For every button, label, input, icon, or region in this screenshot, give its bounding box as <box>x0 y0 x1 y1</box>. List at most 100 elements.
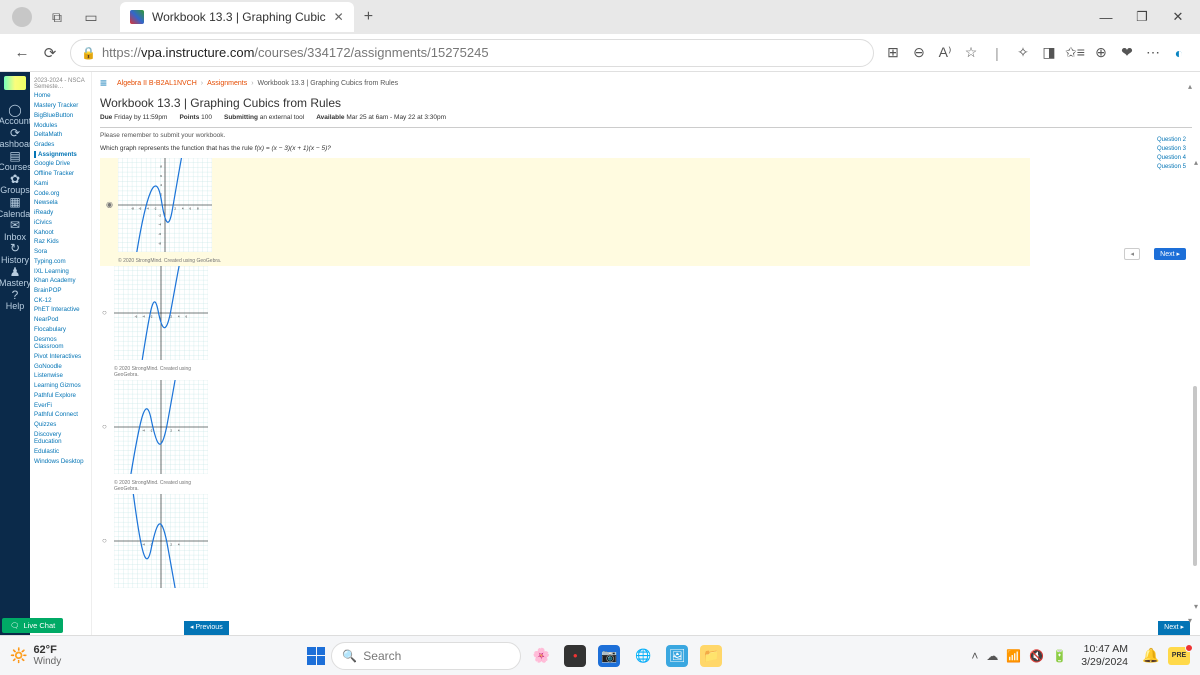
radio-icon[interactable]: ○ <box>102 422 107 431</box>
notifications-icon[interactable]: 🔔 <box>1142 647 1160 665</box>
coursenav-desmos-classroom[interactable]: Desmos Classroom <box>34 336 87 351</box>
window-close-button[interactable]: ✕ <box>1160 9 1196 25</box>
coursenav-mastery-tracker[interactable]: Mastery Tracker <box>34 102 87 109</box>
taskbar-app-recorder-icon[interactable]: ● <box>564 645 586 667</box>
browser-essentials-icon[interactable]: ❤ <box>1114 44 1140 61</box>
coursenav-home[interactable]: Home <box>34 92 87 99</box>
coursenav-everfi[interactable]: EverFi <box>34 402 87 409</box>
weather-widget[interactable]: 🔆 62°F Windy <box>10 644 61 667</box>
profile-avatar-icon[interactable] <box>12 7 32 27</box>
scroll-up-icon[interactable]: ▴ <box>1188 82 1192 91</box>
coursenav-windows-desktop[interactable]: Windows Desktop <box>34 458 87 465</box>
coursenav-pathful-explore[interactable]: Pathful Explore <box>34 392 87 399</box>
answer-choice-b[interactable]: ○ -22-44-66 © 2020 StrongMind. Created u… <box>100 266 200 380</box>
radio-icon[interactable]: ○ <box>102 536 107 545</box>
coursenav-pathful-connect[interactable]: Pathful Connect <box>34 411 87 418</box>
favorite-icon[interactable]: ☆ <box>958 44 984 61</box>
coursenav-sora[interactable]: Sora <box>34 248 87 255</box>
question-nav-link[interactable]: Question 4 <box>1126 155 1186 161</box>
coursenav-discovery-education[interactable]: Discovery Education <box>34 431 87 446</box>
coursenav-flocabulary[interactable]: Flocabulary <box>34 326 87 333</box>
zoom-icon[interactable]: ⊖ <box>906 44 932 61</box>
copilot-icon[interactable]: ◐ <box>1166 45 1192 61</box>
coursenav-listenwise[interactable]: Listenwise <box>34 372 87 379</box>
taskbar-search[interactable]: 🔍 Search <box>331 642 521 670</box>
start-button[interactable] <box>307 647 325 665</box>
question-nav-link[interactable]: Question 2 <box>1126 137 1186 143</box>
coursenav-icivics[interactable]: iCivics <box>34 219 87 226</box>
coursenav-learning-gizmos[interactable]: Learning Gizmos <box>34 382 87 389</box>
coursenav-pivot-interactives[interactable]: Pivot Interactives <box>34 353 87 360</box>
coursenav-iready[interactable]: iReady <box>34 209 87 216</box>
answer-choice-a[interactable]: ◉ -22-44-66-88 2468-2-4-6-8 © 2020 Stron… <box>100 158 1030 266</box>
content-scrollbar[interactable]: ▴ ▴ ▾ ▾ <box>1188 76 1198 631</box>
window-restore-button[interactable]: ❐ <box>1124 9 1160 25</box>
system-tray[interactable]: ˄ ☁ 📶 🔇 🔋 10:47 AM 3/29/2024 🔔 PRE <box>971 643 1190 667</box>
coursenav-kahoot[interactable]: Kahoot <box>34 229 87 236</box>
question-nav-link[interactable]: Question 3 <box>1126 146 1186 152</box>
school-logo-icon[interactable] <box>4 76 26 90</box>
favorites-bar-icon[interactable]: ✩≡ <box>1062 44 1088 61</box>
coursenav-phet-interactive[interactable]: PhET Interactive <box>34 306 87 313</box>
refresh-button[interactable]: ⟳ <box>36 44 64 62</box>
scroll-up-icon[interactable]: ▴ <box>1194 158 1198 167</box>
radio-icon[interactable]: ○ <box>102 308 107 317</box>
tool-next-button[interactable]: Next ▸ <box>1154 248 1186 260</box>
taskbar-app-explorer-icon[interactable]: 📁 <box>700 645 722 667</box>
hamburger-icon[interactable]: ≡ <box>100 76 107 90</box>
tray-volume-icon[interactable]: 🔇 <box>1029 649 1044 663</box>
taskbar-app-edge-icon[interactable]: 🌐 <box>632 645 654 667</box>
site-info-icon[interactable]: 🔒 <box>81 46 96 60</box>
read-aloud-icon[interactable]: A⁾ <box>932 44 958 61</box>
coursenav-quizzes[interactable]: Quizzes <box>34 421 87 428</box>
taskbar-app-camera-icon[interactable]: 📷 <box>598 645 620 667</box>
coursenav-khan-academy[interactable]: Khan Academy <box>34 277 87 284</box>
answer-choice-d[interactable]: ○ -22-44 <box>100 494 200 593</box>
question-nav-link[interactable]: Question 5 <box>1126 164 1186 170</box>
coursenav-google-drive[interactable]: Google Drive <box>34 160 87 167</box>
coursenav-raz-kids[interactable]: Raz Kids <box>34 238 87 245</box>
coursenav-kami[interactable]: Kami <box>34 180 87 187</box>
coursenav-code-org[interactable]: Code.org <box>34 190 87 197</box>
tray-onedrive-icon[interactable]: ☁ <box>986 649 998 663</box>
tool-prev-button[interactable]: ◂ <box>1124 248 1140 260</box>
tab-close-icon[interactable]: ✕ <box>334 10 344 24</box>
scroll-down-icon[interactable]: ▾ <box>1188 616 1192 625</box>
coursenav-deltamath[interactable]: DeltaMath <box>34 131 87 138</box>
coursenav-grades[interactable]: Grades <box>34 141 87 148</box>
collections-icon[interactable]: ⊕ <box>1088 44 1114 61</box>
taskbar-app-blossom-icon[interactable]: 🌸 <box>530 645 552 667</box>
back-button[interactable]: ← <box>8 44 36 61</box>
scroll-thumb[interactable] <box>1193 386 1197 566</box>
coursenav-nearpod[interactable]: NearPod <box>34 316 87 323</box>
tray-wifi-icon[interactable]: 📶 <box>1006 649 1021 663</box>
taskbar-clock[interactable]: 10:47 AM 3/29/2024 <box>1081 643 1128 667</box>
coursenav-newsela[interactable]: Newsela <box>34 199 87 206</box>
extensions-icon[interactable]: ✧ <box>1010 44 1036 61</box>
radio-icon[interactable]: ◉ <box>106 200 113 209</box>
app-launcher-icon[interactable]: ⊞ <box>880 44 906 61</box>
coursenav-brainpop[interactable]: BrainPOP <box>34 287 87 294</box>
taskbar-app-photos-icon[interactable]: 🖼 <box>666 645 688 667</box>
split-screen-icon[interactable]: ◨ <box>1036 44 1062 61</box>
coursenav-offline-tracker[interactable]: Offline Tracker <box>34 170 87 177</box>
tab-actions-icon[interactable]: ▭ <box>82 8 100 26</box>
address-bar[interactable]: 🔒 https://vpa.instructure.com/courses/33… <box>70 39 874 67</box>
coursenav-gonoodle[interactable]: GoNoodle <box>34 363 87 370</box>
coursenav-ixl-learning[interactable]: IXL Learning <box>34 268 87 275</box>
coursenav-ck-12[interactable]: CK-12 <box>34 297 87 304</box>
window-minimize-button[interactable]: — <box>1088 10 1124 25</box>
coursenav-typing-com[interactable]: Typing.com <box>34 258 87 265</box>
tray-battery-icon[interactable]: 🔋 <box>1052 649 1067 663</box>
module-next-button[interactable]: Next ▸ <box>1158 621 1190 635</box>
live-chat-button[interactable]: 🗨 Live Chat <box>2 618 63 633</box>
tray-chevron-icon[interactable]: ˄ <box>971 649 978 663</box>
breadcrumb-course[interactable]: Algebra II B-B2AL1NVCH <box>117 80 197 87</box>
breadcrumb-section[interactable]: Assignments <box>207 80 247 87</box>
workspaces-icon[interactable]: ⧉ <box>48 8 66 26</box>
scroll-down-icon[interactable]: ▾ <box>1194 602 1198 611</box>
new-tab-button[interactable]: + <box>364 8 373 26</box>
coursenav-bigbluebutton[interactable]: BigBlueButton <box>34 112 87 119</box>
module-prev-button[interactable]: ◂ Previous <box>184 621 229 635</box>
browser-tab[interactable]: Workbook 13.3 | Graphing Cubic ✕ <box>120 2 354 32</box>
